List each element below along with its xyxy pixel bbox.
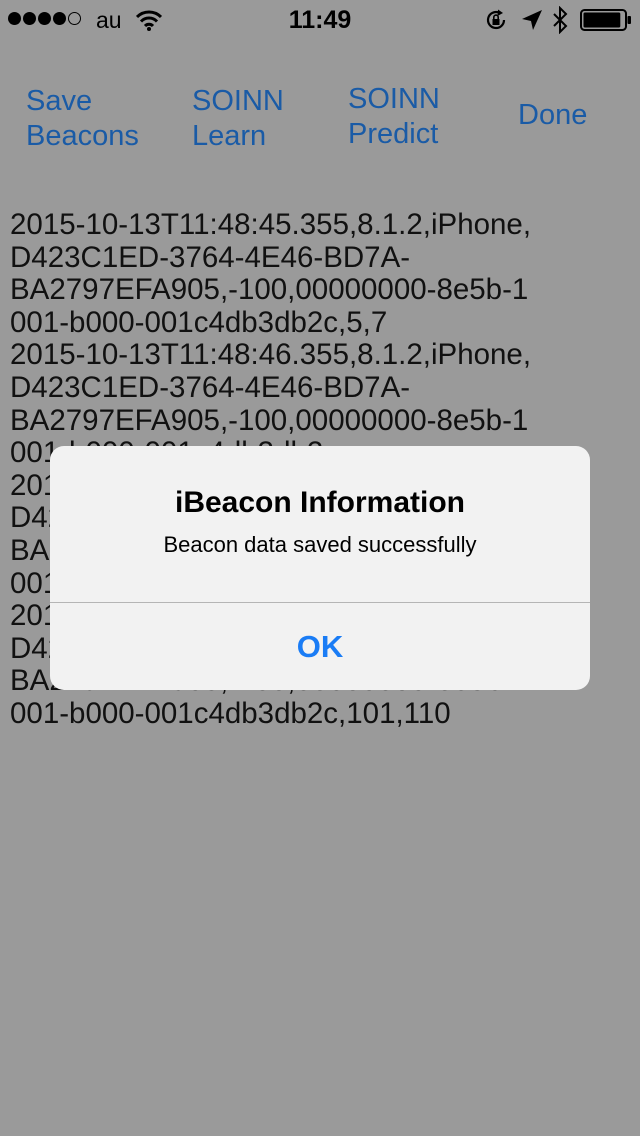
done-button[interactable]: Done bbox=[518, 98, 587, 133]
rotation-lock-icon bbox=[486, 9, 506, 30]
location-arrow-icon bbox=[522, 10, 542, 30]
clock: 11:49 bbox=[288, 6, 352, 34]
alert-message: Beacon data saved successfully bbox=[163, 532, 477, 557]
save-beacons-button[interactable]: Save Beacons bbox=[26, 84, 139, 154]
status-bar: au 11:49 bbox=[0, 0, 640, 40]
battery-icon bbox=[580, 9, 631, 31]
soinn-learn-button[interactable]: SOINN Learn bbox=[192, 84, 284, 154]
alert-ok-button[interactable]: OK bbox=[50, 603, 590, 690]
soinn-predict-button[interactable]: SOINN Predict bbox=[348, 82, 440, 152]
bluetooth-icon bbox=[553, 6, 568, 34]
alert-title: iBeacon Information bbox=[174, 486, 466, 519]
